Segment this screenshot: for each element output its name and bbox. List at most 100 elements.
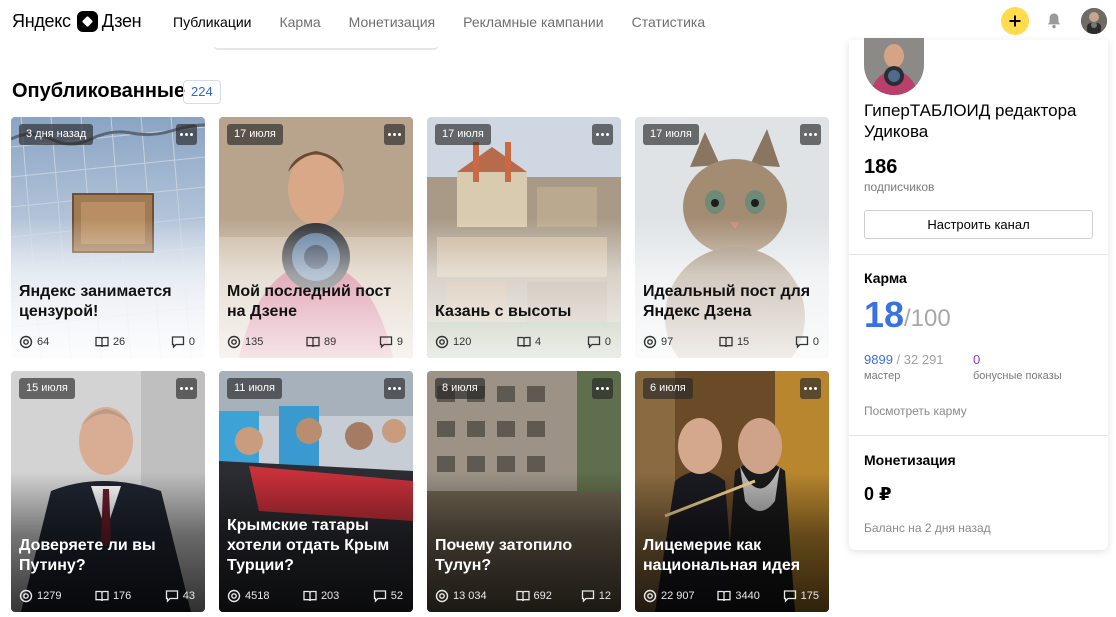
channel-avatar[interactable] [864,38,924,95]
comment-icon [581,590,594,603]
monetization-title: Монетизация [864,452,956,468]
dzen-studio-page: Яндекс Дзен Публикации Карма Монетизация… [0,0,1116,617]
reads-count: 176 [112,590,132,602]
card-title[interactable]: Идеальный пост для Яндекс Дзена [643,282,821,322]
bell-icon[interactable] [1046,12,1062,30]
publication-card[interactable]: 17 июля Идеальный пост для Яндекс Дзена … [635,117,829,358]
card-date: 8 июля [435,378,485,399]
views-count: 4518 [245,590,270,602]
nav-ad-campaigns[interactable]: Рекламные кампании [463,14,603,30]
comment-icon [795,336,809,349]
publication-card[interactable]: 3 дня назад Яндекс занимается цензурой! … [11,117,205,358]
comment-icon [373,590,386,603]
publication-card[interactable]: 17 июля Казань с высоты 120 4 0 [427,117,621,358]
book-icon [517,336,531,348]
bonus-label: бонусные показы [973,370,1062,382]
book-icon [95,590,109,602]
card-date: 17 июля [643,124,699,145]
publication-card[interactable]: 11 июля Крымские татары хотели отдать Кр… [219,371,413,612]
reads-stat: 4 [517,335,541,349]
card-stats: 22 907 3440 175 [643,588,819,604]
card-date: 17 июля [227,124,283,145]
nav-publications[interactable]: Публикации [173,14,251,30]
card-more-button[interactable] [800,378,821,399]
views-icon [19,335,33,349]
views-count: 97 [661,336,674,348]
nav-statistics[interactable]: Статистика [632,14,706,30]
views-stat: 120 [435,335,471,349]
comment-icon [783,590,796,603]
card-more-button[interactable] [800,124,821,145]
channel-name[interactable]: ГиперТАБЛОИД редактора Удикова [864,100,1094,142]
comments-count: 12 [598,590,611,602]
card-date: 15 июля [19,378,75,399]
views-icon [435,589,449,603]
published-count-badge: 224 [183,80,221,104]
book-icon [717,590,732,602]
views-count: 64 [37,336,50,348]
card-stats: 97 15 0 [643,334,819,350]
view-karma-link[interactable]: Посмотреть карму [864,404,967,418]
views-icon [643,335,657,349]
views-icon [19,589,33,603]
reads-count: 89 [323,336,337,348]
publication-card[interactable]: 6 июля Лицемерие как национальная идея 2… [635,371,829,612]
card-title[interactable]: Крымские татары хотели отдать Крым Турци… [227,516,405,576]
nav-karma[interactable]: Карма [279,14,320,30]
views-stat: 4518 [227,589,269,603]
card-title[interactable]: Яндекс занимается цензурой! [19,282,197,322]
comments-stat: 0 [795,335,819,349]
reads-stat: 176 [95,589,131,603]
views-count: 135 [245,336,264,348]
logo-text-yandex: Яндекс [12,10,71,31]
card-title[interactable]: Мой последний пост на Дзене [227,282,405,322]
reads-stat: 26 [95,335,125,349]
card-more-button[interactable] [592,378,613,399]
card-more-button[interactable] [176,124,197,145]
publication-card[interactable]: 15 июля Доверяете ли вы Путину? 1279 176… [11,371,205,612]
karma-title: Карма [864,270,907,286]
publication-card[interactable]: 8 июля Почему затопило Тулун? 13 034 692… [427,371,621,612]
master-total: / 32 291 [896,352,944,367]
logo-text-dzen: Дзен [101,10,142,31]
comments-count: 0 [812,336,819,348]
book-icon [95,336,109,348]
card-title[interactable]: Лицемерие как национальная идея [643,536,821,576]
create-button[interactable] [1001,7,1029,35]
book-icon [306,336,320,348]
comments-stat: 175 [783,589,819,603]
subscribers-label: подписчиков [864,180,935,194]
comments-stat: 0 [171,335,195,349]
main-nav: Публикации Карма Монетизация Рекламные к… [173,0,733,44]
views-stat: 64 [19,335,49,349]
dzen-logo-icon [76,10,98,32]
subscribers-count: 186 [864,156,898,178]
plus-icon [1009,15,1021,27]
configure-channel-button[interactable]: Настроить канал [864,210,1093,239]
avatar-photo [1081,8,1107,34]
master-label: мастер [864,370,901,382]
user-avatar[interactable] [1081,8,1107,34]
card-more-button[interactable] [384,124,405,145]
comment-icon [171,336,185,349]
card-more-button[interactable] [176,378,197,399]
divider [849,435,1108,436]
book-icon [515,590,530,602]
comments-stat: 9 [379,335,403,349]
comment-icon [165,590,178,603]
card-title[interactable]: Казань с высоты [435,302,613,322]
comment-icon [379,336,393,349]
header-underline [214,45,438,50]
card-more-button[interactable] [384,378,405,399]
channel-sidebar: ГиперТАБЛОИД редактора Удикова 186 подпи… [849,38,1108,550]
publication-card[interactable]: 17 июля Мой последний пост на Дзене 135 … [219,117,413,358]
views-count: 13 034 [453,590,487,602]
comments-count: 9 [396,336,403,348]
nav-monetization[interactable]: Монетизация [349,14,436,30]
views-stat: 1279 [19,589,61,603]
card-title[interactable]: Доверяете ли вы Путину? [19,536,197,576]
comments-count: 175 [800,590,819,602]
card-title[interactable]: Почему затопило Тулун? [435,536,613,576]
yandex-dzen-logo[interactable]: Яндекс Дзен [12,9,142,33]
card-more-button[interactable] [592,124,613,145]
